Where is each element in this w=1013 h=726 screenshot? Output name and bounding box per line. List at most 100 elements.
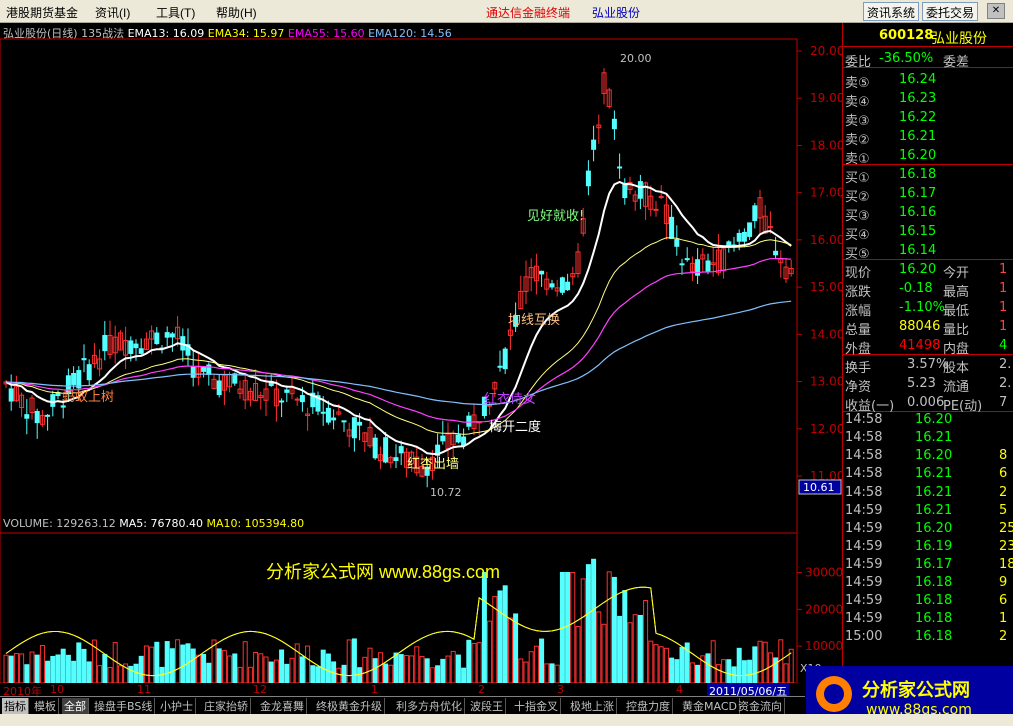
candle-body — [679, 263, 685, 266]
candle-body — [383, 437, 389, 463]
buy-label: 买③ — [845, 209, 870, 224]
tick-time: 14:58 — [845, 448, 883, 464]
volume-bar — [585, 564, 591, 683]
tab-11[interactable]: 极地上涨 — [568, 698, 617, 714]
tick-row: 14:59 16.17 18 — [843, 556, 1013, 574]
volume-bar — [440, 658, 446, 683]
volume-bar — [513, 613, 519, 683]
tab-8[interactable]: 利多方舟优化 — [394, 698, 465, 714]
candle-body — [549, 283, 555, 288]
info-system-button[interactable]: 资讯系统 — [863, 2, 920, 21]
stat2-label2: 股本 — [943, 361, 970, 376]
tab-6[interactable]: 金龙喜舞 — [258, 698, 307, 714]
volume-bar — [528, 651, 534, 683]
volume-bar — [107, 667, 113, 683]
volume-bar — [232, 653, 238, 683]
kline-chart[interactable]: 20.00 19.00 18.00 17.00 16.00 15.00 14.00 13.00… — [0, 23, 842, 683]
price-tick-label: 19.00 — [810, 91, 842, 105]
quote-panel: 600128 弘业股份 委比 -36.50% 委差 卖⑤ 16.24 卖④ 16.23… — [842, 23, 1013, 688]
tab-3[interactable]: 操盘手BS线 — [92, 698, 156, 714]
volume-bar — [45, 660, 51, 683]
volume-bar — [128, 665, 134, 683]
tab-14[interactable]: 资金流向 — [736, 698, 785, 714]
volume-bar — [180, 644, 186, 683]
menu-info[interactable]: 资讯(I) — [95, 4, 130, 21]
tab-0[interactable]: 指标 — [2, 698, 29, 714]
tab-2[interactable]: 全部 — [62, 698, 89, 714]
date-m11: 11 — [137, 683, 151, 696]
stat-label: 涨幅 — [845, 304, 872, 319]
candle-body — [752, 205, 758, 222]
volume-bar — [726, 659, 732, 683]
volume-bar — [398, 654, 404, 683]
volume-bar — [268, 661, 274, 683]
tab-12[interactable]: 控盘力度 — [624, 698, 673, 714]
tab-5[interactable]: 庄家抬轿 — [202, 698, 251, 714]
volume-bar — [8, 655, 14, 683]
sell-price: 16.20 — [899, 148, 937, 163]
candle-body — [351, 417, 357, 439]
candle-body — [76, 370, 82, 389]
menu-hk-futures[interactable]: 港股期货基金 — [6, 4, 78, 21]
candle-body — [216, 380, 222, 396]
annotation-apricot: 红杏出墙 — [407, 456, 459, 472]
tick-price: 16.20 — [915, 412, 953, 428]
candle-body — [455, 434, 461, 443]
volume-bar — [19, 653, 25, 683]
tab-7[interactable]: 终极黄金升级 — [314, 698, 385, 714]
volume-bar — [362, 656, 368, 683]
tab-1[interactable]: 模板 — [32, 698, 59, 714]
volume-bar — [175, 639, 181, 683]
volume-bar — [190, 648, 196, 683]
tab-13[interactable]: 黄金MACD — [680, 698, 740, 714]
stat-label: 外盘 — [845, 342, 872, 357]
volume-bar — [315, 666, 321, 683]
candle-body — [705, 260, 711, 272]
volume-bar — [403, 655, 409, 683]
tick-volume: 2 — [999, 629, 1008, 645]
volume-bar — [461, 667, 467, 683]
volume-bar — [71, 660, 77, 683]
close-icon[interactable]: ✕ — [987, 3, 1005, 19]
volume-bar — [237, 666, 243, 683]
date-m12: 12 — [253, 683, 267, 696]
candle-body — [622, 182, 628, 199]
stat-label2: 今开 — [943, 266, 970, 281]
volume-bar — [773, 657, 779, 683]
candle-body — [658, 196, 664, 199]
candle-body — [133, 343, 139, 349]
volume-bar — [554, 664, 560, 683]
volume-bar — [351, 638, 357, 683]
sell-row: 卖⑤ 16.24 — [843, 71, 1013, 91]
stat-label: 涨跌 — [845, 285, 872, 300]
candle-body — [497, 365, 503, 368]
menu-tools[interactable]: 工具(T) — [156, 4, 195, 21]
buy-price: 16.18 — [899, 167, 937, 182]
volume-bar — [601, 623, 607, 683]
volume-bar — [227, 655, 233, 683]
candle-body — [299, 395, 305, 403]
trade-button[interactable]: 委托交易 — [922, 2, 979, 21]
tick-row: 14:58 16.21 — [843, 429, 1013, 447]
volume-tick-label: 20000 — [805, 602, 842, 616]
stat2-label: 换手 — [845, 361, 872, 376]
volume-bar — [60, 648, 66, 683]
volume-bar — [637, 614, 643, 683]
candle-body — [357, 421, 363, 426]
candle-body — [60, 405, 66, 408]
menu-help[interactable]: 帮助(H) — [216, 4, 257, 21]
date-m4: 4 — [676, 683, 683, 696]
tab-4[interactable]: 小护士 — [158, 698, 196, 714]
candle-body — [320, 411, 326, 414]
volume-bar — [112, 642, 118, 683]
cursor-price: 10.61 — [803, 481, 835, 494]
tick-volume: 8 — [999, 448, 1008, 464]
buy-label: 买⑤ — [845, 247, 870, 262]
stat-label: 总量 — [845, 323, 872, 338]
candle-body — [71, 372, 77, 385]
tab-9[interactable]: 波段王 — [468, 698, 506, 714]
volume-bar — [658, 646, 664, 683]
tick-time: 15:00 — [845, 629, 883, 645]
tab-10[interactable]: 十指金叉 — [512, 698, 561, 714]
buy-row: 买④ 16.15 — [843, 223, 1013, 243]
